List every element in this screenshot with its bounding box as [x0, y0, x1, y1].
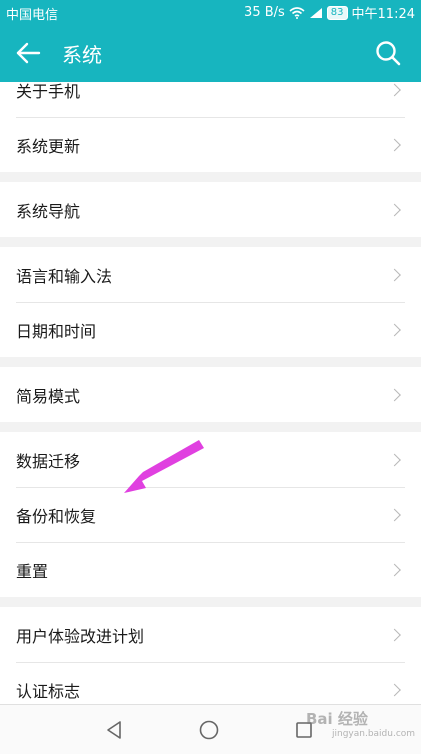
- settings-item-label: 日期和时间: [16, 321, 97, 341]
- search-button[interactable]: [373, 38, 403, 68]
- signal-icon: [309, 7, 323, 19]
- watermark: Bai 经验 jingyan.baidu.com: [306, 708, 415, 739]
- settings-item-simple-mode[interactable]: 简易模式: [0, 367, 421, 422]
- clock: 中午11:24: [351, 7, 415, 22]
- chevron-right-icon: [388, 628, 401, 641]
- nav-back-button[interactable]: [103, 718, 127, 742]
- settings-item-date-time[interactable]: 日期和时间: [0, 302, 421, 357]
- wifi-icon: [289, 6, 305, 19]
- network-speed: 35 B/s: [244, 5, 285, 20]
- chevron-right-icon: [388, 683, 401, 696]
- page-title: 系统: [62, 43, 102, 67]
- settings-item-label: 简易模式: [16, 386, 81, 406]
- settings-item-label: 系统更新: [16, 136, 81, 156]
- triangle-back-icon: [107, 721, 121, 739]
- chevron-right-icon: [388, 508, 401, 521]
- watermark-text: Bai 经验: [306, 710, 368, 728]
- settings-list[interactable]: 关于手机 系统更新 系统导航 语言和输入法 日期和时间 简易模式 数据迁移 备份…: [0, 62, 421, 704]
- settings-item-reset[interactable]: 重置: [0, 542, 421, 597]
- chevron-right-icon: [388, 268, 401, 281]
- settings-group: 系统导航: [0, 182, 421, 237]
- group-divider: [0, 357, 421, 367]
- status-bar: 中国电信 35 B/s 83 中午11:24: [0, 0, 421, 24]
- settings-item-label: 用户体验改进计划: [16, 626, 145, 646]
- settings-item-backup-restore[interactable]: 备份和恢复: [0, 487, 421, 542]
- settings-item-label: 语言和输入法: [16, 266, 113, 286]
- settings-item-system-update[interactable]: 系统更新: [0, 117, 421, 172]
- settings-item-label: 系统导航: [16, 201, 81, 221]
- battery-indicator: 83: [326, 5, 348, 20]
- settings-item-language-input[interactable]: 语言和输入法: [0, 247, 421, 302]
- settings-group: 语言和输入法 日期和时间: [0, 247, 421, 357]
- carrier-name: 中国电信: [6, 8, 59, 23]
- settings-item-certification[interactable]: 认证标志: [0, 662, 421, 704]
- chevron-right-icon: [388, 323, 401, 336]
- group-divider: [0, 422, 421, 432]
- settings-item-label: 备份和恢复: [16, 506, 97, 526]
- settings-item-system-navigation[interactable]: 系统导航: [0, 182, 421, 237]
- group-divider: [0, 237, 421, 247]
- circle-home-icon: [199, 720, 219, 740]
- chevron-right-icon: [388, 563, 401, 576]
- settings-group: 简易模式: [0, 367, 421, 422]
- settings-item-label: 数据迁移: [16, 451, 81, 471]
- group-divider: [0, 597, 421, 607]
- nav-home-button[interactable]: [197, 718, 221, 742]
- chevron-right-icon: [388, 83, 401, 96]
- app-header: 中国电信 35 B/s 83 中午11:24 系统: [0, 0, 421, 82]
- arrow-left-icon: [16, 42, 41, 64]
- chevron-right-icon: [388, 138, 401, 151]
- chevron-right-icon: [388, 203, 401, 216]
- chevron-right-icon: [388, 453, 401, 466]
- search-icon: [376, 41, 401, 66]
- toolbar: 系统: [0, 24, 421, 82]
- back-button[interactable]: [14, 38, 44, 68]
- group-divider: [0, 172, 421, 182]
- settings-item-data-migration[interactable]: 数据迁移: [0, 432, 421, 487]
- settings-item-label: 重置: [16, 561, 49, 581]
- status-right: 35 B/s 83 中午11:24: [244, 3, 415, 22]
- chevron-right-icon: [388, 388, 401, 401]
- settings-group: 数据迁移 备份和恢复 重置: [0, 432, 421, 597]
- settings-item-user-experience[interactable]: 用户体验改进计划: [0, 607, 421, 662]
- settings-item-label: 认证标志: [16, 681, 81, 701]
- settings-group: 用户体验改进计划 认证标志: [0, 607, 421, 704]
- watermark-subtext: jingyan.baidu.com: [332, 729, 416, 739]
